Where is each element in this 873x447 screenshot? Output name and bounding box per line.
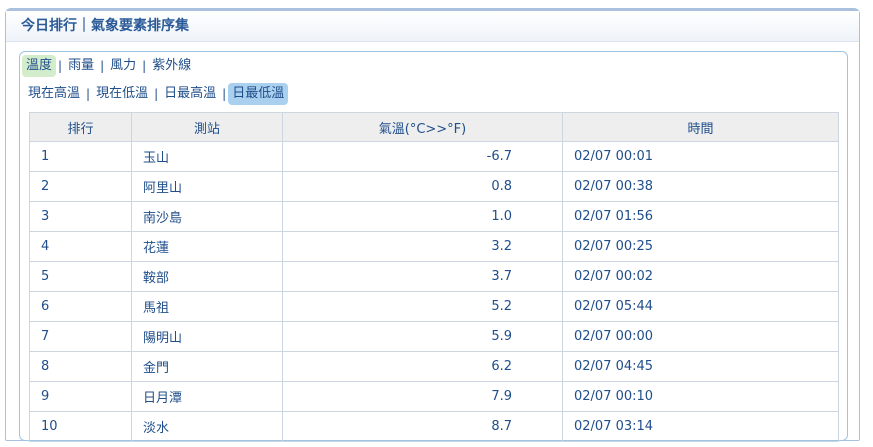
rank-cell: 9 — [29, 381, 132, 412]
rank-cell: 8 — [29, 351, 132, 382]
tab-rainfall[interactable]: 雨量 — [64, 55, 98, 77]
rank-cell: 10 — [29, 411, 132, 442]
tab-daily-high[interactable]: 日最高溫 — [160, 83, 220, 105]
tab-wind[interactable]: 風力 — [106, 55, 140, 77]
secondary-tabs: 現在高溫 | 現在低溫 | 日最高溫 | 日最低溫 — [24, 83, 289, 105]
tab-separator: | — [58, 59, 63, 73]
column-header-time[interactable]: 時間 — [562, 112, 839, 142]
table-row: 5 鞍部 3.7 02/07 00:02 — [29, 261, 839, 292]
tab-current-high[interactable]: 現在高溫 — [24, 83, 84, 105]
temperature-cell: 5.9 — [282, 321, 563, 352]
column-header-station[interactable]: 測站 — [131, 112, 283, 142]
tab-separator: | — [222, 87, 227, 101]
station-cell[interactable]: 日月潭 — [131, 381, 283, 412]
station-cell[interactable]: 金門 — [131, 351, 283, 382]
table-row: 9 日月潭 7.9 02/07 00:10 — [29, 381, 839, 412]
time-cell: 02/07 05:44 — [562, 291, 839, 322]
table-row: 4 花蓮 3.2 02/07 00:25 — [29, 231, 839, 262]
tab-separator: | — [154, 87, 159, 101]
time-cell: 02/07 00:01 — [562, 141, 839, 172]
temperature-cell: 3.2 — [282, 231, 563, 262]
tab-separator: | — [142, 59, 147, 73]
station-cell[interactable]: 陽明山 — [131, 321, 283, 352]
time-cell: 02/07 00:10 — [562, 381, 839, 412]
tab-separator: | — [86, 87, 91, 101]
temperature-cell: 5.2 — [282, 291, 563, 322]
tab-uv[interactable]: 紫外線 — [148, 55, 195, 77]
primary-tabs: 溫度 | 雨量 | 風力 | 紫外線 — [22, 55, 195, 77]
rank-cell: 7 — [29, 321, 132, 352]
rank-cell: 5 — [29, 261, 132, 292]
station-cell[interactable]: 馬祖 — [131, 291, 283, 322]
tab-daily-low[interactable]: 日最低溫 — [228, 83, 289, 105]
temperature-cell: -6.7 — [282, 141, 563, 172]
table-row: 10 淡水 8.7 02/07 03:14 — [29, 411, 839, 442]
tab-temperature[interactable]: 溫度 — [22, 55, 57, 77]
time-cell: 02/07 03:14 — [562, 411, 839, 442]
tab-current-low[interactable]: 現在低溫 — [92, 83, 152, 105]
station-cell[interactable]: 鞍部 — [131, 261, 283, 292]
temperature-cell: 6.2 — [282, 351, 563, 382]
station-cell[interactable]: 阿里山 — [131, 171, 283, 202]
temperature-cell: 3.7 — [282, 261, 563, 292]
station-cell[interactable]: 南沙島 — [131, 201, 283, 232]
time-cell: 02/07 04:45 — [562, 351, 839, 382]
ranking-panel: 今日排行｜氣象要素排序集 溫度 | 雨量 | 風力 | 紫外線 現在高溫 | 現… — [5, 8, 860, 442]
temperature-cell: 0.8 — [282, 171, 563, 202]
table-row: 8 金門 6.2 02/07 04:45 — [29, 351, 839, 382]
station-cell[interactable]: 玉山 — [131, 141, 283, 172]
time-cell: 02/07 00:38 — [562, 171, 839, 202]
time-cell: 02/07 00:00 — [562, 321, 839, 352]
table-row: 1 玉山 -6.7 02/07 00:01 — [29, 141, 839, 172]
column-header-temperature[interactable]: 氣溫(°C>>°F) — [282, 112, 563, 142]
table-row: 3 南沙島 1.0 02/07 01:56 — [29, 201, 839, 232]
time-cell: 02/07 00:02 — [562, 261, 839, 292]
station-cell[interactable]: 淡水 — [131, 411, 283, 442]
panel-title: 今日排行｜氣象要素排序集 — [6, 11, 859, 42]
rank-cell: 6 — [29, 291, 132, 322]
time-cell: 02/07 00:25 — [562, 231, 839, 262]
ranking-table: 排行 測站 氣溫(°C>>°F) 時間 1 玉山 -6.7 02/07 00:01 2 阿… — [29, 112, 839, 442]
station-cell[interactable]: 花蓮 — [131, 231, 283, 262]
column-header-rank[interactable]: 排行 — [29, 112, 132, 142]
ranking-content: 溫度 | 雨量 | 風力 | 紫外線 現在高溫 | 現在低溫 | 日最高溫 | … — [19, 51, 848, 442]
temperature-cell: 7.9 — [282, 381, 563, 412]
rank-cell: 1 — [29, 141, 132, 172]
table-header-row: 排行 測站 氣溫(°C>>°F) 時間 — [29, 112, 839, 142]
tab-separator: | — [100, 59, 105, 73]
table-row: 6 馬祖 5.2 02/07 05:44 — [29, 291, 839, 322]
rank-cell: 3 — [29, 201, 132, 232]
table-row: 2 阿里山 0.8 02/07 00:38 — [29, 171, 839, 202]
temperature-cell: 1.0 — [282, 201, 563, 232]
temperature-cell: 8.7 — [282, 411, 563, 442]
table-row: 7 陽明山 5.9 02/07 00:00 — [29, 321, 839, 352]
time-cell: 02/07 01:56 — [562, 201, 839, 232]
rank-cell: 4 — [29, 231, 132, 262]
rank-cell: 2 — [29, 171, 132, 202]
